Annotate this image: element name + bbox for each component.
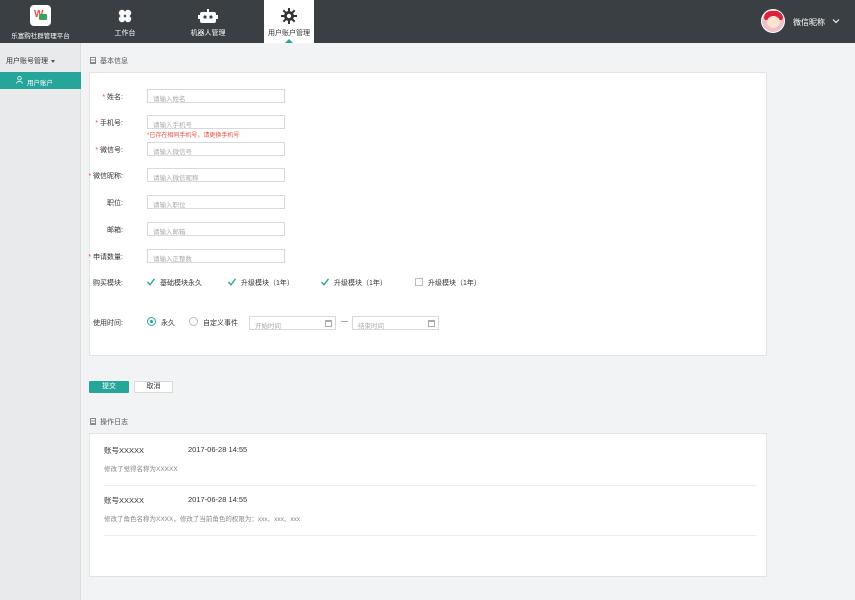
field-wechat-id-row: * 微信号: 请输入微信号 [90,142,750,156]
chevron-down-icon [832,19,840,24]
email-input[interactable]: 请输入邮箱 [147,222,285,236]
wechat-id-input[interactable]: 请输入微信号 [147,142,285,156]
brand[interactable]: W 乐富购社群管理平台 [0,0,81,43]
cancel-button[interactable]: 取消 [134,381,173,393]
app-title: 乐富购社群管理平台 [11,33,70,40]
gear-icon [281,8,297,24]
checkbox-empty-icon [415,278,423,286]
phone-input[interactable]: 请输入手机号 [147,115,285,129]
log-time: 2017-06-28 14:55 [188,495,248,504]
top-navbar: W 乐富购社群管理平台 工作台 机器人管理 [0,0,855,43]
modules-label: 购买模块: [93,280,123,287]
field-email-row: 邮箱: 请输入邮箱 [90,222,750,236]
caret-down-icon [51,59,55,63]
user-nickname: 微信昵称 [793,18,825,27]
log-card: 账号XXXXX 2017-06-28 14:55 修改了觉得名称为XXXXX 账… [89,433,767,577]
quantity-input[interactable]: 请输入正整数 [147,249,285,263]
modules-row: 购买模块: 基础模块永久 升级模块（1年） 升级模块（1年） 升级模块（1年） [90,277,750,289]
robot-icon [198,9,218,23]
user-icon [16,76,23,84]
document-icon [90,57,96,64]
avatar [761,9,785,33]
sidebar-group-user-account[interactable]: 用户账号管理 [6,56,55,66]
workbench-icon [118,9,132,23]
phone-error-message: *已存在相同手机号，请更换手机号 [147,133,240,139]
submit-button[interactable]: 提交 [89,381,129,393]
log-title: 操作日志 [90,417,128,427]
app-logo: W [30,5,51,26]
field-position-row: 职位: 请输入职位 [90,195,750,209]
log-account: 账号XXXXX [104,496,145,505]
end-date-input[interactable]: 结束时间 [352,316,439,330]
sidebar-group-label: 用户账号管理 [6,58,48,65]
sidebar: 用户账号管理 用户账户 [0,43,81,600]
user-menu[interactable]: 微信昵称 [761,9,841,35]
radio-checked-icon [147,317,156,326]
log-divider [104,535,756,536]
log-entry: 账号XXXXX 2017-06-28 14:55 修改了觉得名称为XXXXX [104,445,756,487]
sidebar-item-label: 用户账户 [27,79,53,87]
radio-label: 自定义事件 [203,320,238,327]
checkmark-icon [147,278,155,286]
field-name-row: * 姓名: 请输入姓名 [90,89,750,103]
field-wechat-id-label: * 微信号: [95,147,123,154]
nav-user-account-management[interactable]: 用户账户管理 [264,0,314,43]
sidebar-item-user-account[interactable]: 用户账户 [0,72,81,89]
module-label: 升级模块（1年） [241,280,294,287]
basic-info-card: * 姓名: 请输入姓名 * 手机号: 请输入手机号 *已存在相同手机号，请更换手机号… [88,72,767,356]
field-position-label: 职位: [107,200,123,207]
wechat-nickname-input[interactable]: 请输入微信昵称 [147,168,285,182]
log-account: 账号XXXXX [104,446,145,455]
log-description: 修改了觉得名称为XXXXX [104,466,178,473]
field-wechat-nickname-label: * 微信昵称: [88,173,123,180]
usage-time-label: 使用时间: [93,320,123,327]
calendar-icon [428,320,435,327]
date-range-separator: — [341,318,348,325]
nav-workbench[interactable]: 工作台 [100,0,150,43]
field-phone-row: * 手机号: 请输入手机号 [90,115,750,129]
field-phone-label: * 手机号: [95,120,123,127]
active-indicator [285,39,293,43]
log-description: 修改了角色名称为XXXX，修改了当前角色的权限为：xxx、xxx、xxx [104,516,301,523]
basic-info-title: 基本信息 [90,56,128,66]
nav-user-account-label: 用户账户管理 [268,30,310,37]
name-input[interactable]: 请输入姓名 [147,89,285,103]
log-entry: 账号XXXXX 2017-06-28 14:55 修改了角色名称为XXXX，修改… [104,495,756,537]
position-input[interactable]: 请输入职位 [147,195,285,209]
radio-unchecked-icon [189,317,198,326]
radio-label: 永久 [161,320,175,327]
nav-robot-label: 机器人管理 [190,30,226,37]
usage-time-row: 使用时间: 永久 自定义事件 开始时间 — 结束时间 [90,316,750,330]
nav-workbench-label: 工作台 [114,30,136,37]
calendar-icon [325,320,332,327]
field-email-label: 邮箱: [107,227,123,234]
checkmark-icon [228,278,236,286]
module-label: 基础模块永久 [160,280,202,287]
module-label: 升级模块（1年） [334,280,387,287]
field-name-label: * 姓名: [102,94,123,101]
field-quantity-label: * 申请数量: [88,254,123,261]
document-icon [90,418,96,425]
field-quantity-row: * 申请数量: 请输入正整数 [88,249,750,263]
checkmark-icon [321,278,329,286]
start-date-input[interactable]: 开始时间 [249,316,336,330]
nav-robot-management[interactable]: 机器人管理 [180,0,236,43]
module-label: 升级模块（1年） [428,280,481,287]
log-time: 2017-06-28 14:55 [188,445,248,454]
log-divider [104,485,756,486]
field-wechat-nickname-row: * 微信昵称: 请输入微信昵称 [88,168,750,182]
